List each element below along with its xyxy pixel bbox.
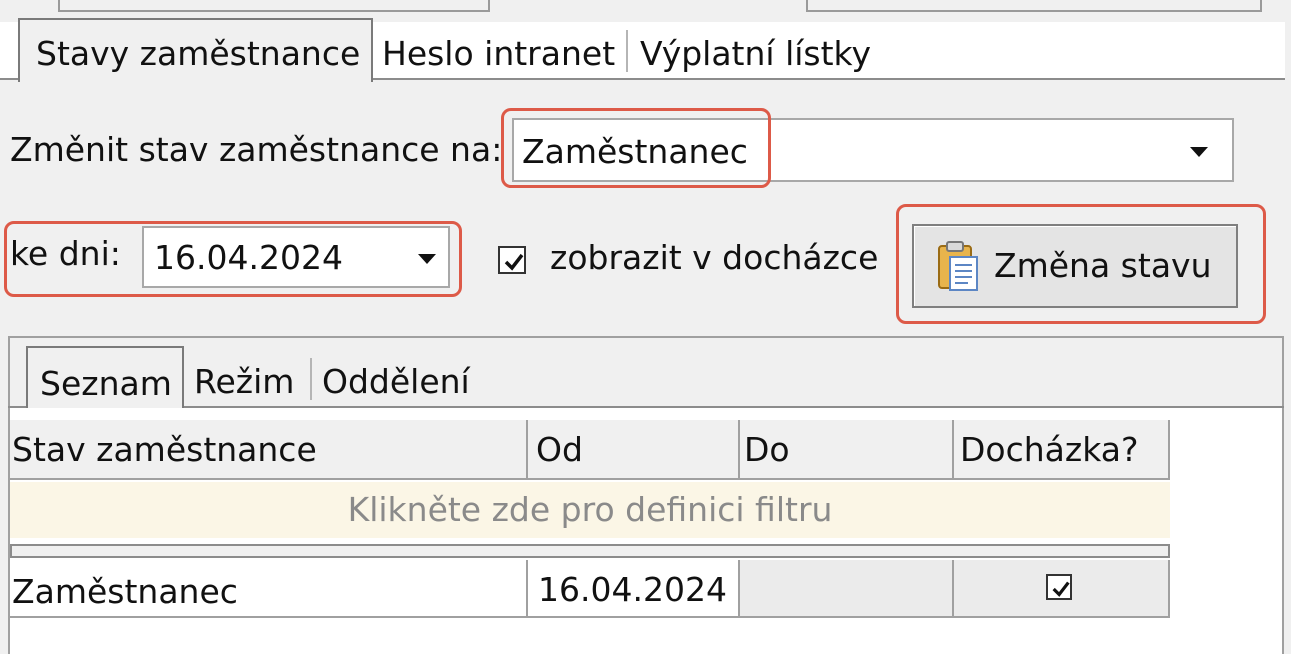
group-panel xyxy=(10,544,1170,558)
column-header-do[interactable]: Do xyxy=(740,420,954,480)
checkmark-icon xyxy=(504,253,524,271)
tab-heslo-intranet[interactable]: Heslo intranet xyxy=(382,34,615,74)
highlight-date xyxy=(4,221,462,297)
column-header-od-label: Od xyxy=(536,430,583,469)
column-header-od[interactable]: Od xyxy=(528,420,740,480)
column-header-dochazka-label: Docházka? xyxy=(960,430,1139,469)
tab-rezim[interactable]: Režim xyxy=(194,362,294,402)
status-label: Změnit stav zaměstnance na: xyxy=(10,130,503,169)
row-status-value: Zaměstnanec xyxy=(12,572,238,611)
tab-vyplatni-listky[interactable]: Výplatní lístky xyxy=(640,34,871,74)
highlight-status xyxy=(501,108,771,188)
show-attendance-checkbox[interactable] xyxy=(498,246,526,274)
row-cell-od[interactable]: 16.04.2024 xyxy=(528,560,740,618)
row-cell-dochazka[interactable] xyxy=(954,560,1170,618)
column-header-stav[interactable]: Stav zaměstnance xyxy=(10,420,528,480)
tab-stavy-zamestnance-label: Stavy zaměstnance xyxy=(36,34,361,73)
row-cell-do[interactable] xyxy=(740,560,954,618)
inner-tab-separator xyxy=(310,358,312,400)
tab-separator xyxy=(626,30,628,72)
filter-row[interactable]: Klikněte zde pro definici filtru xyxy=(10,482,1170,538)
upper-field-right xyxy=(806,0,1262,12)
upper-field-left xyxy=(58,0,490,12)
highlight-change-button xyxy=(896,204,1266,324)
column-header-dochazka[interactable]: Docházka? xyxy=(954,420,1170,480)
column-header-do-label: Do xyxy=(744,430,790,469)
tab-oddeleni[interactable]: Oddělení xyxy=(322,362,470,402)
row-attendance-checkbox[interactable] xyxy=(1046,574,1072,600)
filter-row-text: Klikněte zde pro definici filtru xyxy=(347,490,833,529)
tab-seznam-label: Seznam xyxy=(40,364,172,403)
row-cell-status[interactable]: Zaměstnanec xyxy=(10,560,528,618)
status-dropdown-arrow-icon[interactable] xyxy=(1190,147,1208,157)
column-header-stav-label: Stav zaměstnance xyxy=(12,430,317,469)
row-from-value: 16.04.2024 xyxy=(538,570,727,609)
checkmark-icon xyxy=(1052,581,1070,597)
show-attendance-label: zobrazit v docházce xyxy=(550,238,879,277)
